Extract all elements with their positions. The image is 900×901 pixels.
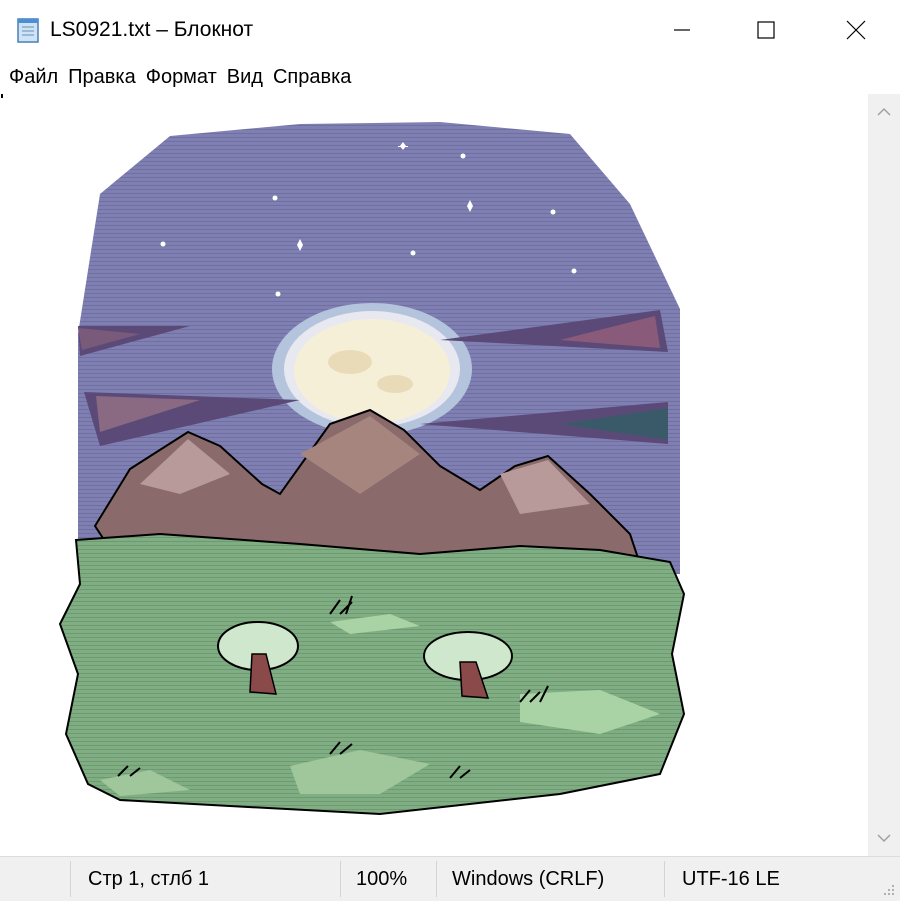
maximize-icon bbox=[757, 21, 775, 39]
menu-help[interactable]: Справка bbox=[268, 60, 356, 94]
status-bar: Стр 1, стлб 1 100% Windows (CRLF) UTF-16… bbox=[0, 856, 900, 901]
close-button[interactable] bbox=[812, 0, 900, 60]
minimize-icon bbox=[674, 29, 690, 31]
menu-bar: Файл Правка Формат Вид Справка bbox=[0, 60, 900, 94]
close-icon bbox=[846, 20, 866, 40]
status-separator bbox=[340, 861, 341, 897]
ascii-art-landscape bbox=[58, 122, 686, 816]
line-endings: Windows (CRLF) bbox=[452, 868, 605, 890]
status-separator bbox=[436, 861, 437, 897]
cursor-position: Стр 1, стлб 1 bbox=[88, 868, 210, 890]
menu-format[interactable]: Формат bbox=[141, 60, 222, 94]
scroll-up-button[interactable] bbox=[868, 94, 900, 130]
status-separator bbox=[70, 861, 71, 897]
text-caret bbox=[1, 94, 3, 98]
encoding: UTF-16 LE bbox=[682, 868, 780, 890]
minimize-button[interactable] bbox=[638, 0, 726, 60]
title-bar: LS0921.txt – Блокнот bbox=[0, 0, 900, 60]
vertical-scrollbar[interactable] bbox=[868, 94, 900, 856]
chevron-up-icon bbox=[877, 107, 891, 116]
zoom-level: 100% bbox=[356, 868, 408, 890]
menu-file[interactable]: Файл bbox=[0, 60, 63, 94]
window-title: LS0921.txt – Блокнот bbox=[50, 18, 254, 41]
text-editor-area[interactable] bbox=[0, 94, 868, 856]
notepad-icon bbox=[17, 18, 39, 43]
menu-view[interactable]: Вид bbox=[222, 60, 268, 94]
chevron-down-icon bbox=[877, 834, 891, 843]
resize-grip-icon[interactable] bbox=[882, 883, 896, 897]
status-separator bbox=[664, 861, 665, 897]
menu-edit[interactable]: Правка bbox=[63, 60, 141, 94]
scroll-down-button[interactable] bbox=[868, 820, 900, 856]
maximize-button[interactable] bbox=[722, 0, 810, 60]
